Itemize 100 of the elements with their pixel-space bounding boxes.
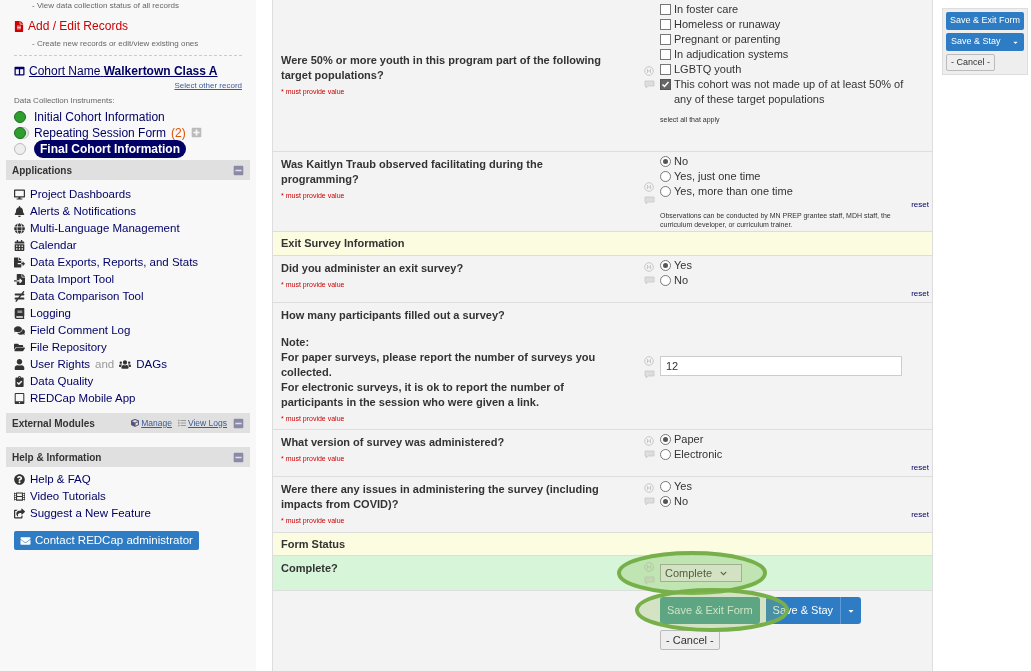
app-link[interactable]: Field Comment Log [30, 321, 131, 340]
module-link[interactable]: View Logs [187, 416, 227, 430]
checkbox[interactable] [660, 4, 671, 15]
film-icon [14, 491, 25, 502]
collapse-icon[interactable] [233, 164, 244, 176]
globe-icon [14, 223, 25, 234]
instruments-label: Data Collection Instruments: [14, 95, 116, 107]
option-label: Yes [674, 479, 692, 494]
contact-button[interactable]: Contact REDCap administrator [14, 531, 199, 550]
reset-link[interactable]: reset [911, 199, 929, 211]
radio-button[interactable] [660, 481, 671, 492]
envelope-icon [20, 535, 31, 546]
app-link[interactable]: User Rights [30, 355, 91, 374]
instrument-link[interactable]: Repeating Session Form [34, 123, 167, 142]
help-link[interactable]: Suggest a New Feature [30, 504, 151, 523]
reset-link[interactable]: reset [911, 509, 929, 521]
option-label: Yes, more than one time [674, 184, 793, 199]
instrument-link[interactable]: Initial Cohort Information [34, 107, 165, 126]
option-label: LGBTQ youth [674, 62, 743, 77]
app-link[interactable]: Multi-Language Management [30, 219, 180, 238]
checkbox[interactable] [660, 79, 671, 90]
share-icon [14, 508, 25, 519]
list-icon [177, 419, 186, 427]
status-select[interactable]: Complete [660, 564, 742, 582]
stacked-status-dots[interactable] [14, 126, 29, 139]
question-text: For paper surveys, please report the number of surveys you collected. [281, 349, 597, 380]
app-link[interactable]: DAGs [136, 355, 167, 374]
help-link[interactable]: Help & FAQ [30, 470, 91, 489]
note-text: - Create new records or edit/view existing ones [31, 38, 200, 50]
bell-icon [14, 206, 25, 217]
save-exit-button[interactable]: Save & Exit Form [946, 12, 1024, 30]
option-label: Yes [674, 257, 692, 273]
checkbox[interactable] [660, 64, 671, 75]
radio-button[interactable] [660, 274, 671, 286]
option-label: Homeless or runaway [674, 17, 782, 32]
not-equal-icon [14, 291, 25, 302]
radio-button[interactable] [660, 449, 671, 460]
option-label: This cohort was not made up of at least 50% of any of these target populations [674, 77, 905, 107]
radio-button[interactable] [660, 496, 671, 507]
section-header: Exit Survey Information [273, 232, 932, 256]
option-label: In foster care [674, 2, 740, 17]
collapse-icon[interactable] [233, 451, 244, 463]
tablet-icon [14, 393, 25, 404]
help-icon [14, 474, 25, 485]
chevron-icon [720, 569, 728, 577]
option-label: No [674, 272, 689, 288]
add-edit-link[interactable]: Add / Edit Records [28, 17, 129, 35]
radio-button[interactable] [660, 171, 671, 182]
file-import-icon [14, 274, 25, 285]
checkbox[interactable] [660, 19, 671, 30]
help-link[interactable]: Video Tutorials [30, 487, 106, 506]
reset-link[interactable]: reset [911, 462, 929, 474]
note-text: - View data collection status of all records [31, 1, 181, 11]
file-icon [14, 20, 24, 32]
option-label: Pregnant or parenting [674, 32, 782, 47]
folder-icon [14, 342, 25, 353]
section-header: Form Status [273, 532, 932, 556]
module-link[interactable]: Manage [141, 416, 172, 430]
app-link[interactable]: REDCap Mobile App [30, 389, 136, 408]
radio-button[interactable] [660, 434, 671, 445]
calendar-icon [14, 240, 25, 251]
option-label: No [674, 494, 689, 509]
radio-button[interactable] [660, 259, 671, 271]
table-icon [14, 66, 25, 76]
radio-button[interactable] [660, 186, 671, 197]
question-text: Were 50% or more youth in this program part of the following target populations? [281, 53, 603, 84]
input-field[interactable]: 12 [660, 355, 902, 376]
reset-link[interactable]: reset [911, 287, 929, 300]
question-text: What version of survey was administered? [281, 435, 506, 450]
radio-button[interactable] [660, 156, 671, 167]
app-link[interactable]: File Repository [30, 338, 107, 357]
section-title: Applications [12, 163, 72, 178]
collapse-icon[interactable] [233, 417, 244, 429]
checkbox[interactable] [660, 34, 671, 45]
question-text: Note: [281, 334, 311, 350]
cancel-button[interactable]: - Cancel - [660, 630, 720, 650]
app-link[interactable]: Alerts & Notifications [30, 202, 137, 221]
checkbox[interactable] [660, 49, 671, 60]
app-link[interactable]: Calendar [30, 236, 77, 255]
app-link[interactable]: Project Dashboards [30, 185, 131, 204]
option-label: Paper [674, 432, 704, 447]
cube-icon [131, 419, 140, 427]
instrument-link[interactable]: Final Cohort Information [34, 139, 186, 158]
record-link[interactable]: Cohort Name Walkertown Class A [29, 62, 218, 80]
app-link[interactable]: Logging [30, 304, 71, 323]
question-text: Complete? [281, 561, 339, 576]
option-label: In adjudication systems [674, 47, 790, 62]
comments-icon [14, 325, 25, 336]
app-link[interactable]: Data Import Tool [30, 270, 115, 289]
joiner-text: and [95, 356, 115, 372]
user-icon [14, 359, 25, 370]
question-text: How many participants filled out a survey? [281, 307, 506, 323]
save-stay-button[interactable]: Save & Stay [946, 33, 1024, 51]
app-link[interactable]: Data Exports, Reports, and Stats [30, 253, 199, 272]
app-link[interactable]: Data Comparison Tool [30, 287, 144, 306]
option-label: Yes, just one time [674, 169, 761, 184]
cancel-button[interactable]: - Cancel - [946, 54, 995, 71]
monitor-icon [14, 189, 25, 200]
app-link[interactable]: Data Quality [30, 372, 94, 391]
select-record-link[interactable]: Select other record [174, 80, 242, 92]
